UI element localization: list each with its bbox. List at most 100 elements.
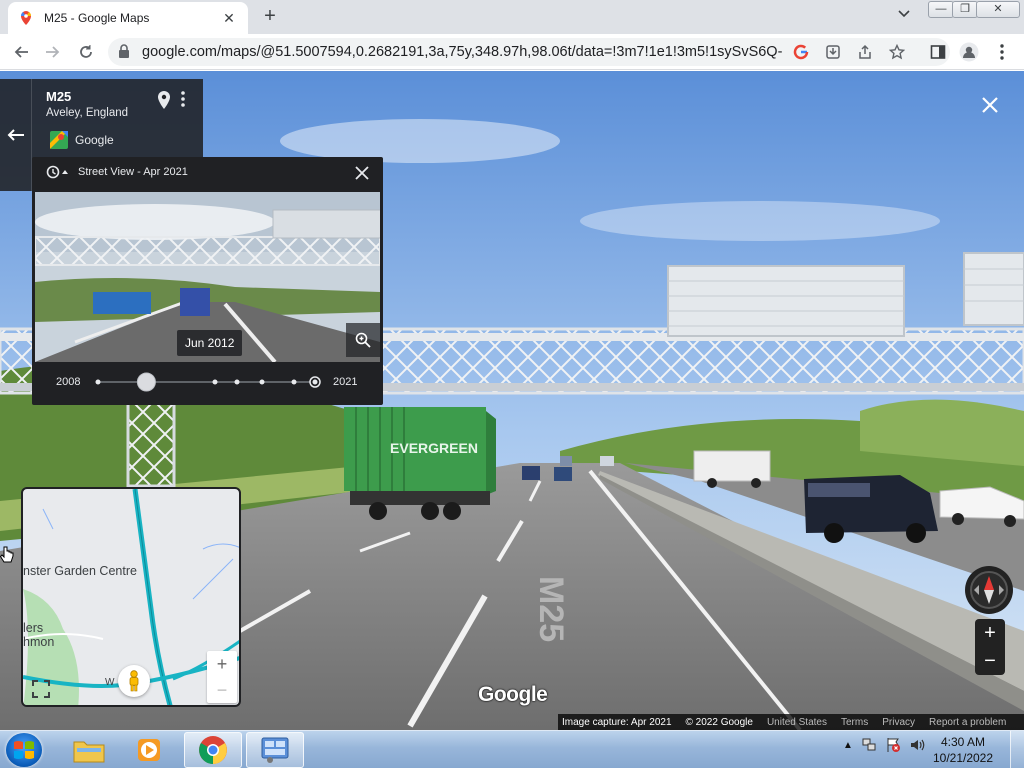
- expand-thumbnail-button[interactable]: [346, 323, 380, 357]
- more-options-icon[interactable]: [181, 91, 185, 107]
- timeline-start-year: 2008: [56, 376, 81, 388]
- close-tab-icon[interactable]: ✕: [220, 9, 238, 27]
- timeline-tick[interactable]: [212, 379, 218, 385]
- close-street-view-button[interactable]: [976, 91, 1004, 119]
- browser-toolbar: google.com/maps/@51.5007594,0.2682191,3a…: [0, 34, 1024, 70]
- google-wordmark: Google: [478, 683, 548, 706]
- windows-logo-icon: [14, 741, 34, 759]
- terms-link[interactable]: Terms: [841, 717, 868, 728]
- back-arrow-icon: [7, 129, 24, 141]
- timeline-tick[interactable]: [291, 379, 297, 385]
- url-text: google.com/maps/@51.5007594,0.2682191,3a…: [142, 44, 782, 60]
- close-window-button[interactable]: ✕: [976, 1, 1020, 18]
- zoom-magnifier-icon: [355, 332, 371, 348]
- timeline-tick[interactable]: [259, 379, 265, 385]
- clock-date: 10/21/2022: [932, 751, 994, 765]
- new-tab-button[interactable]: +: [258, 5, 282, 29]
- start-button[interactable]: [6, 733, 42, 767]
- time-travel-panel: Street View - Apr 2021 Jun 2012 2008 202…: [32, 157, 383, 405]
- map-label: lers: [23, 621, 44, 635]
- windows-taskbar: ▲ 4:30 AM 10/21/2022: [0, 730, 1024, 769]
- map-label: nster Garden Centre: [23, 564, 137, 578]
- hand-cursor-icon: [0, 546, 14, 563]
- tab-strip: M25 - Google Maps ✕ + — ❐ ✕: [0, 0, 1024, 34]
- timeline-tick[interactable]: [95, 379, 101, 385]
- map-label: W: [105, 677, 115, 688]
- side-panel-icon[interactable]: [928, 42, 948, 62]
- zoom-in-button[interactable]: +: [975, 619, 1005, 647]
- taskbar-media-player[interactable]: [120, 732, 178, 768]
- show-desktop-button[interactable]: [1010, 731, 1024, 769]
- bookmark-star-icon[interactable]: [888, 43, 906, 61]
- compass-icon: [970, 571, 1008, 609]
- road-marking-text: M25: [532, 576, 570, 642]
- timeline-end-year: 2021: [333, 376, 358, 388]
- back-to-map-button[interactable]: [0, 79, 32, 191]
- pegman-icon[interactable]: [118, 665, 150, 697]
- street-view-date-label: Street View - Apr 2021: [78, 166, 188, 178]
- minimize-window-button[interactable]: —: [928, 1, 954, 18]
- map-pin-icon[interactable]: [158, 91, 170, 109]
- taskbar-file-explorer[interactable]: [60, 732, 118, 768]
- google-maps-logo-icon: [50, 131, 68, 149]
- tab-title: M25 - Google Maps: [44, 11, 150, 25]
- forward-arrow-icon: [46, 46, 60, 58]
- install-app-icon[interactable]: [824, 43, 842, 61]
- reload-button[interactable]: [73, 39, 99, 65]
- address-bar[interactable]: google.com/maps/@51.5007594,0.2682191,3a…: [108, 38, 950, 66]
- network-icon[interactable]: [861, 737, 877, 753]
- truck-brand-text: EVERGREEN: [390, 440, 478, 456]
- copyright-text: © 2022 Google: [685, 716, 753, 728]
- google-maps-favicon-icon: [21, 11, 31, 25]
- image-capture-date: Image capture: Apr 2021: [562, 716, 672, 728]
- mini-map-zoom-in-button[interactable]: +: [207, 651, 237, 677]
- street-view-zoom-controls: + −: [975, 619, 1005, 675]
- close-time-travel-icon[interactable]: [354, 165, 370, 181]
- tab-google-maps[interactable]: M25 - Google Maps ✕: [8, 2, 248, 34]
- media-player-icon: [138, 739, 160, 761]
- restore-window-button[interactable]: ❐: [952, 1, 978, 18]
- compass-button[interactable]: [965, 566, 1013, 614]
- fullscreen-map-button[interactable]: [29, 677, 53, 701]
- taskbar-network-app[interactable]: [246, 732, 304, 768]
- privacy-link[interactable]: Privacy: [882, 717, 915, 728]
- mini-map[interactable]: nster Garden Centre lers hmon W + −: [21, 487, 241, 707]
- thumbnail-date: Jun 2012: [177, 330, 243, 356]
- tab-search-icon[interactable]: [892, 6, 916, 28]
- location-place: Aveley, England: [46, 107, 129, 119]
- attribution-bar: Image capture: Apr 2021 © 2022 Google Un…: [558, 714, 1024, 730]
- show-hidden-icons-icon[interactable]: ▲: [843, 740, 853, 751]
- browser-menu-icon[interactable]: [992, 42, 1012, 62]
- google-lens-icon[interactable]: [792, 43, 810, 61]
- folder-icon: [73, 741, 105, 763]
- back-arrow-icon: [14, 46, 28, 58]
- network-app-icon: [261, 737, 289, 763]
- time-travel-header[interactable]: Street View - Apr 2021: [46, 165, 188, 179]
- action-center-flag-icon[interactable]: [885, 737, 901, 753]
- forward-button[interactable]: [40, 39, 66, 65]
- country-link[interactable]: United States: [767, 717, 827, 728]
- volume-icon[interactable]: [909, 737, 925, 753]
- system-tray: ▲: [843, 737, 925, 753]
- share-icon[interactable]: [856, 43, 874, 61]
- taskbar-chrome[interactable]: [184, 732, 242, 768]
- close-icon: [982, 97, 998, 113]
- mini-map-zoom-out-button[interactable]: −: [207, 677, 237, 703]
- location-name: M25: [46, 89, 72, 104]
- mini-map-zoom-controls: + −: [207, 651, 237, 703]
- imagery-provider: Google: [75, 133, 114, 147]
- zoom-out-button[interactable]: −: [975, 647, 1005, 675]
- profile-avatar-icon[interactable]: [959, 42, 979, 62]
- historic-thumbnail[interactable]: Jun 2012: [35, 192, 380, 362]
- report-problem-link[interactable]: Report a problem: [929, 717, 1006, 728]
- fullscreen-icon: [32, 680, 50, 698]
- back-button[interactable]: [8, 39, 34, 65]
- chrome-icon: [199, 736, 227, 764]
- street-view-panorama[interactable]: M25 EVERGREEN M25 Aveley, England Google…: [0, 71, 1024, 730]
- timeline-slider-knob[interactable]: [136, 372, 156, 392]
- reload-icon: [80, 45, 92, 58]
- taskbar-clock[interactable]: 4:30 AM 10/21/2022: [928, 734, 998, 766]
- timeline-slider[interactable]: [95, 367, 321, 397]
- timeline-tick[interactable]: [234, 379, 240, 385]
- lock-icon[interactable]: [118, 44, 130, 58]
